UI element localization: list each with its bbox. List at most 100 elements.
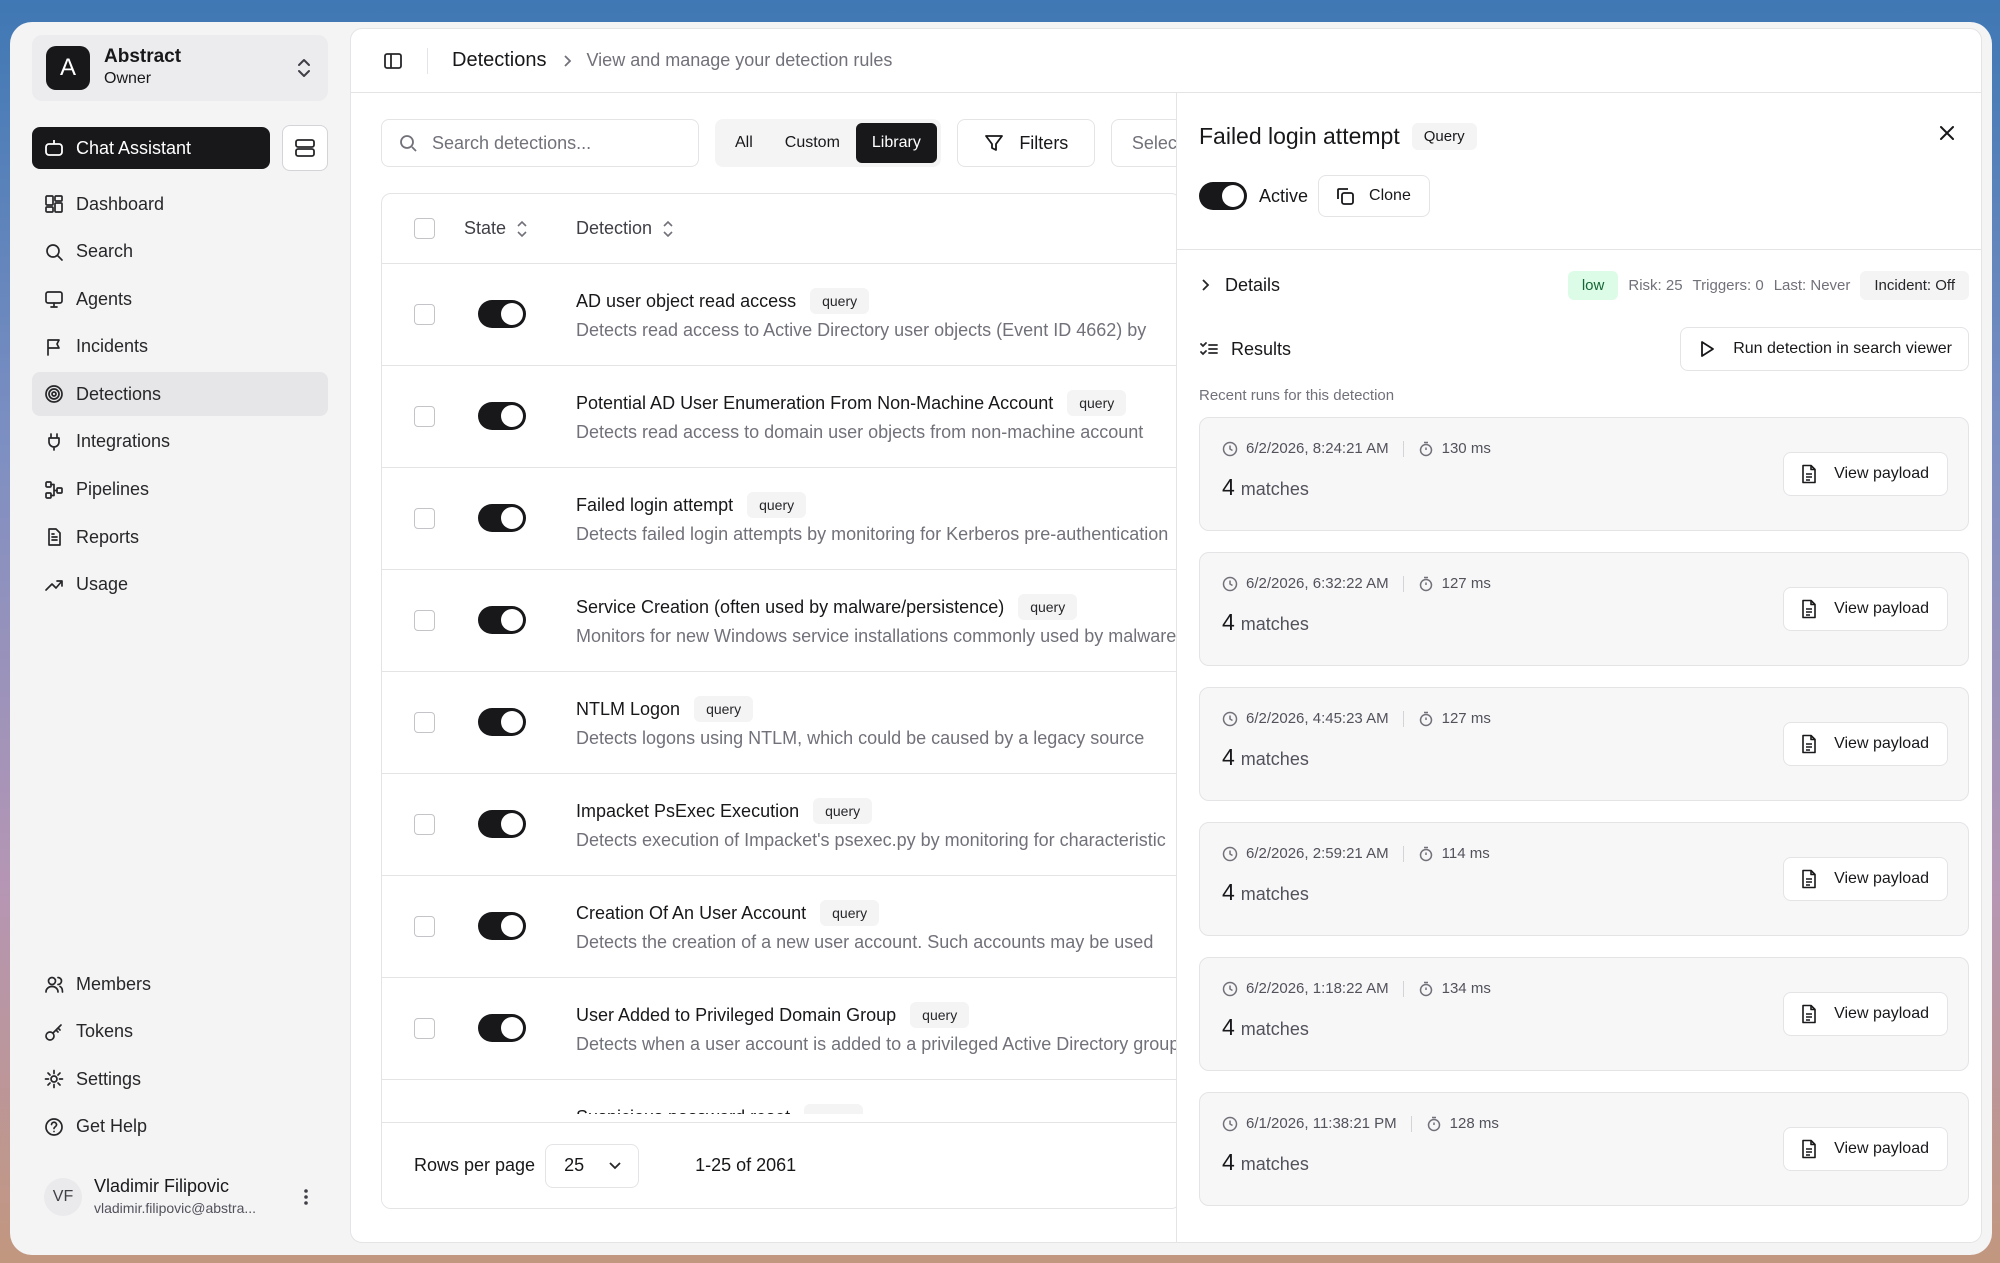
view-payload-button[interactable]: View payload [1783,992,1948,1036]
file-icon [1802,1004,1816,1024]
user-email: vladimir.filipovic@abstra... [94,1200,257,1216]
state-toggle[interactable] [478,402,526,430]
run-detection-button[interactable]: Run detection in search viewer [1680,327,1969,371]
detection-title[interactable]: AD user object read access query [576,288,870,314]
sidebar-item-reports[interactable]: Reports [32,515,328,559]
run-duration: 130 ms [1441,440,1491,457]
detection-title[interactable]: Suspicious password reset query [576,1104,864,1114]
sidebar-item-incidents[interactable]: Incidents [32,325,328,369]
sidebar-item-detections[interactable]: Detections [32,372,328,417]
row-checkbox[interactable] [414,1018,435,1039]
detail-header: Failed login attempt Query [1199,123,1477,150]
sidebar-item-settings[interactable]: Settings [32,1057,328,1101]
detection-title[interactable]: Failed login attempt query [576,492,807,518]
state-toggle[interactable] [478,810,526,838]
row-checkbox[interactable] [414,814,435,835]
sidebar-item-pipelines[interactable]: Pipelines [32,468,328,512]
divider [427,47,428,74]
sidebar-item-search[interactable]: Search [32,230,328,274]
sidebar-item-dashboard[interactable]: Dashboard [32,182,328,226]
clock-icon [1222,981,1238,996]
chat-assistant-button[interactable]: Chat Assistant [32,127,270,169]
sidebar-item-label: Dashboard [76,193,165,214]
detection-title[interactable]: Service Creation (often used by malware/… [576,594,1078,620]
view-payload-button[interactable]: View payload [1783,722,1948,766]
sidebar-item-usage[interactable]: Usage [32,563,328,607]
sidebar-toggle-icon[interactable] [383,51,403,71]
view-payload-button[interactable]: View payload [1783,587,1948,631]
user-name: Vladimir Filipovic [94,1176,230,1196]
match-count: 4 [1222,474,1235,500]
detection-title[interactable]: Potential AD User Enumeration From Non-M… [576,390,1127,416]
org-name: Abstract [104,46,182,67]
run-matches: 4 matches [1222,879,1309,906]
sidebar-item-tokens[interactable]: Tokens [32,1010,328,1054]
filters-button[interactable]: Filters [956,119,1095,167]
detection-title[interactable]: NTLM Logon query [576,696,754,722]
sidebar-item-agents[interactable]: Agents [32,277,328,321]
state-toggle[interactable] [478,912,526,940]
clone-label: Clone [1369,187,1411,204]
clone-button[interactable]: Clone [1318,175,1430,217]
detection-title[interactable]: Impacket PsExec Execution query [576,798,873,824]
row-checkbox[interactable] [414,712,435,733]
match-count: 4 [1222,1014,1235,1040]
table-row[interactable]: Failed login attempt query Detects failed … [382,468,1180,570]
run-meta: 6/2/2026, 8:24:21 AM 130 ms [1222,440,1491,457]
table-row[interactable]: Impacket PsExec Execution query Detects ex… [382,774,1180,876]
detection-name: Failed login attempt [576,494,734,515]
state-toggle[interactable] [478,300,526,328]
topbar: Detections View and manage your detectio… [351,29,1981,93]
row-checkbox[interactable] [414,916,435,937]
sidebar-item-label: Agents [76,288,133,309]
table-row[interactable]: Service Creation (often used by malware/… [382,570,1180,672]
detection-title[interactable]: User Added to Privileged Domain Group que… [576,1002,970,1028]
state-toggle[interactable] [478,504,526,532]
table-row[interactable]: Creation Of An User Account query Detects … [382,876,1180,978]
chevron-right-icon [563,54,571,67]
detection-title[interactable]: Creation Of An User Account query [576,900,880,926]
table-row[interactable]: NTLM Logon query Detects logons using NTLM… [382,672,1180,774]
view-payload-button[interactable]: View payload [1783,452,1948,496]
user-menu[interactable]: VF Vladimir Filipovic vladimir.filipovic… [32,1167,328,1227]
monitor-icon [45,291,63,309]
row-checkbox[interactable] [414,508,435,529]
row-checkbox[interactable] [414,304,435,325]
layout-toggle-button[interactable] [282,125,328,171]
rows-per-page-select[interactable]: 25 [545,1143,640,1188]
search-input[interactable]: Search detections... [381,119,699,167]
active-toggle[interactable] [1199,182,1247,210]
table-row[interactable]: Potential AD User Enumeration From Non-M… [382,366,1180,468]
column-header-detection[interactable]: Detection [576,218,674,239]
state-toggle[interactable] [478,606,526,634]
details-label: Details [1225,274,1281,295]
sidebar-item-members[interactable]: Members [32,962,328,1006]
segment-library[interactable]: Library [855,123,937,163]
chat-assistant-label: Chat Assistant [76,137,192,158]
more-vertical-icon[interactable] [296,1187,316,1207]
row-checkbox[interactable] [414,610,435,631]
row-checkbox[interactable] [414,406,435,427]
sidebar-item-get-help[interactable]: Get Help [32,1105,328,1149]
select-all-checkbox[interactable] [414,218,435,239]
state-toggle[interactable] [478,1014,526,1042]
matches-label: matches [1240,749,1309,769]
table-row[interactable]: AD user object read access query Detects r… [382,264,1180,366]
segment-all[interactable]: All [719,123,769,163]
divider [1177,249,1981,250]
close-icon[interactable] [1937,123,1957,143]
table-row[interactable]: User Added to Privileged Domain Group que… [382,978,1180,1080]
state-toggle[interactable] [478,708,526,736]
details-section-toggle[interactable]: Details low Risk: 25 Triggers: 0 Last: N… [1199,267,1969,303]
table-row[interactable]: Suspicious password reset query [382,1080,1180,1114]
column-header-state[interactable]: State [464,218,528,239]
sidebar-item-integrations[interactable]: Integrations [32,420,328,464]
list-check-icon [1200,342,1218,356]
segment-custom[interactable]: Custom [769,123,856,163]
view-payload-button[interactable]: View payload [1783,857,1948,901]
page-title[interactable]: Detections [452,49,547,72]
trigger-count: Triggers: 0 [1692,276,1764,294]
org-switcher[interactable]: A Abstract Owner [32,35,328,101]
view-payload-button[interactable]: View payload [1783,1127,1948,1171]
run-card: 6/1/2026, 11:38:21 PM 128 ms 4 matches View … [1199,1092,1969,1206]
